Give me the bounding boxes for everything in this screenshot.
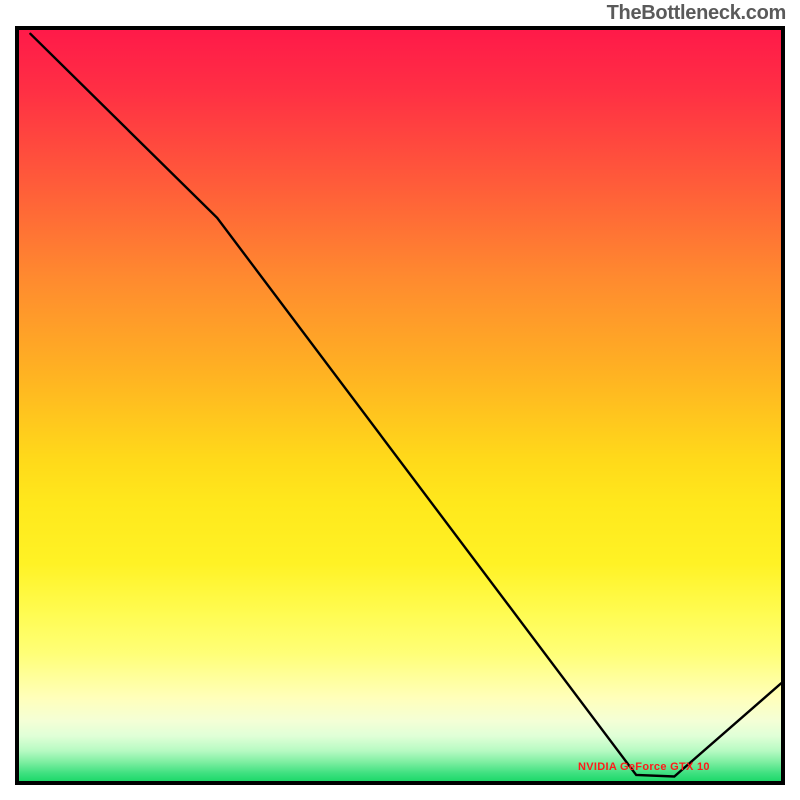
watermark-text: TheBottleneck.com xyxy=(607,2,786,25)
annotation-gpu-label: NVIDIA GeForce GTX 10 xyxy=(578,761,710,773)
chart-container: TheBottleneck.com NVIDIA GeForce GTX 10 xyxy=(0,0,800,800)
plot-frame: NVIDIA GeForce GTX 10 xyxy=(15,26,785,785)
bottleneck-curve-path xyxy=(30,34,781,777)
line-series xyxy=(19,30,781,781)
